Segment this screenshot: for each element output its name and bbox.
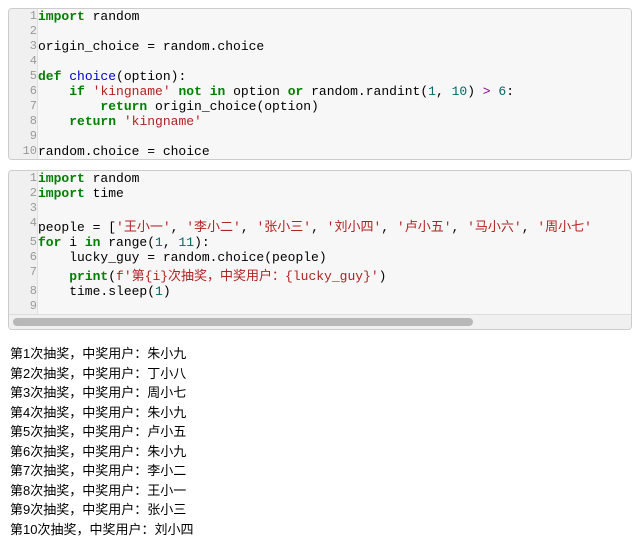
code-line: 3origin_choice = random.choice [9, 39, 631, 54]
code-table-1: 1import random2 3origin_choice = random.… [9, 9, 631, 159]
code-line: 9 [9, 129, 631, 144]
code-line: 5def choice(option): [9, 69, 631, 84]
code-content[interactable]: import random [38, 171, 632, 186]
code-line: 8 return 'kingname' [9, 114, 631, 129]
code-content[interactable]: origin_choice = random.choice [38, 39, 632, 54]
line-number: 7 [9, 99, 38, 114]
output-line: 第10次抽奖，中奖用户：刘小四 [10, 520, 630, 540]
output-line: 第2次抽奖，中奖用户：丁小八 [10, 364, 630, 384]
code-content[interactable]: def choice(option): [38, 69, 632, 84]
line-number: 5 [9, 69, 38, 84]
line-number: 3 [9, 201, 38, 216]
output-line: 第6次抽奖，中奖用户：朱小九 [10, 442, 630, 462]
code-line: 10random.choice = choice [9, 144, 631, 159]
code-content[interactable]: import random [38, 9, 632, 24]
line-number: 1 [9, 9, 38, 24]
code-line: 7 print(f'第{i}次抽奖，中奖用户：{lucky_guy}') [9, 265, 631, 284]
code-line: 9 [9, 299, 631, 314]
line-number: 3 [9, 39, 38, 54]
line-number: 9 [9, 299, 38, 314]
code-line: 3 [9, 201, 631, 216]
line-number: 10 [9, 144, 38, 159]
code-content[interactable] [38, 129, 632, 144]
line-number: 4 [9, 216, 38, 235]
output-line: 第7次抽奖，中奖用户：李小二 [10, 461, 630, 481]
output-line: 第3次抽奖，中奖用户：周小七 [10, 383, 630, 403]
horizontal-scrollbar[interactable] [9, 314, 631, 329]
code-content[interactable]: random.choice = choice [38, 144, 632, 159]
code-line: 4people = ['王小一', '李小二', '张小三', '刘小四', '… [9, 216, 631, 235]
code-content[interactable] [38, 24, 632, 39]
code-content[interactable] [38, 201, 632, 216]
code-line: 5for i in range(1, 11): [9, 235, 631, 250]
code-line: 7 return origin_choice(option) [9, 99, 631, 114]
code-table-2: 1import random2import time3 4people = ['… [9, 171, 631, 314]
code-line: 1import random [9, 9, 631, 24]
output-line: 第5次抽奖，中奖用户：卢小五 [10, 422, 630, 442]
output-pane: 第1次抽奖，中奖用户：朱小九第2次抽奖，中奖用户：丁小八第3次抽奖，中奖用户：周… [8, 340, 632, 539]
code-scroll-wrap[interactable]: 1import random2import time3 4people = ['… [9, 171, 631, 314]
code-content[interactable]: for i in range(1, 11): [38, 235, 632, 250]
code-content[interactable]: import time [38, 186, 632, 201]
line-number: 1 [9, 171, 38, 186]
line-number: 5 [9, 235, 38, 250]
code-line: 1import random [9, 171, 631, 186]
code-content[interactable]: lucky_guy = random.choice(people) [38, 250, 632, 265]
output-line: 第9次抽奖，中奖用户：张小三 [10, 500, 630, 520]
line-number: 6 [9, 84, 38, 99]
line-number: 8 [9, 114, 38, 129]
line-number: 4 [9, 54, 38, 69]
code-content[interactable] [38, 299, 632, 314]
code-line: 4 [9, 54, 631, 69]
code-content[interactable]: return origin_choice(option) [38, 99, 632, 114]
output-line: 第8次抽奖，中奖用户：王小一 [10, 481, 630, 501]
code-content[interactable]: if 'kingname' not in option or random.ra… [38, 84, 632, 99]
line-number: 7 [9, 265, 38, 284]
code-line: 2import time [9, 186, 631, 201]
code-content[interactable]: return 'kingname' [38, 114, 632, 129]
code-line: 2 [9, 24, 631, 39]
scrollbar-thumb[interactable] [13, 318, 473, 326]
line-number: 8 [9, 284, 38, 299]
output-line: 第4次抽奖，中奖用户：朱小九 [10, 403, 630, 423]
code-block-1: 1import random2 3origin_choice = random.… [8, 8, 632, 160]
line-number: 2 [9, 24, 38, 39]
code-content[interactable]: people = ['王小一', '李小二', '张小三', '刘小四', '卢… [38, 216, 632, 235]
code-line: 8 time.sleep(1) [9, 284, 631, 299]
code-line: 6 if 'kingname' not in option or random.… [9, 84, 631, 99]
code-content[interactable] [38, 54, 632, 69]
line-number: 2 [9, 186, 38, 201]
line-number: 6 [9, 250, 38, 265]
code-content[interactable]: print(f'第{i}次抽奖，中奖用户：{lucky_guy}') [38, 265, 632, 284]
code-line: 6 lucky_guy = random.choice(people) [9, 250, 631, 265]
code-content[interactable]: time.sleep(1) [38, 284, 632, 299]
output-line: 第1次抽奖，中奖用户：朱小九 [10, 344, 630, 364]
code-block-2: 1import random2import time3 4people = ['… [8, 170, 632, 330]
line-number: 9 [9, 129, 38, 144]
